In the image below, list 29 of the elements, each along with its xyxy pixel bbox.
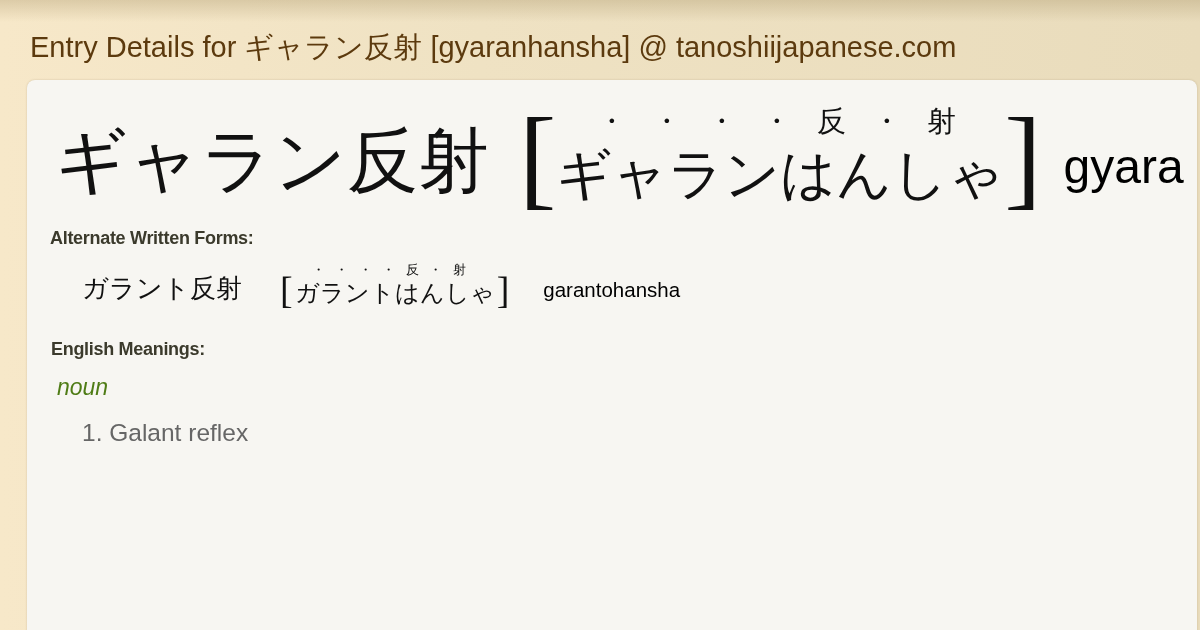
furigana-mark: ・ bbox=[705, 104, 737, 139]
japanese-word: ガラント反射 bbox=[82, 275, 242, 303]
furigana-mark: ・ bbox=[381, 261, 397, 280]
furigana-mark: ・ bbox=[870, 104, 902, 139]
furigana-mark: ・ bbox=[760, 104, 792, 139]
section-heading: English Meanings: bbox=[51, 338, 205, 359]
open-bracket: [ bbox=[519, 103, 557, 211]
kana-reading: ガラントはんしゃ bbox=[294, 281, 495, 306]
furigana-mark: ・ bbox=[595, 104, 627, 139]
furigana-mark: 射 bbox=[451, 261, 467, 280]
part-of-speech: noun bbox=[57, 373, 109, 401]
furigana-mark: ・ bbox=[428, 261, 444, 280]
page-title: Entry Details for ギャラン反射 [gyaranhansha] @ tanoshiijapanese.com bbox=[30, 31, 957, 65]
romaji-text: garantohansha bbox=[543, 279, 681, 302]
romaji-text: gyara bbox=[1063, 141, 1184, 195]
furigana-mark: 射 bbox=[925, 104, 957, 139]
kana-reading: ギャランはんしゃ bbox=[556, 146, 1005, 205]
furigana-mark: ・ bbox=[650, 104, 682, 139]
section-heading: Alternate Written Forms: bbox=[50, 228, 254, 249]
furigana-mark: ・ bbox=[310, 261, 326, 280]
close-bracket: ] bbox=[496, 271, 510, 308]
open-bracket: [ bbox=[280, 271, 293, 308]
furigana-mark: ・ bbox=[334, 261, 350, 280]
furigana-mark: 反 bbox=[815, 104, 847, 139]
furigana-mark: 反 bbox=[404, 261, 420, 280]
japanese-word: ギャラン反射 bbox=[55, 123, 489, 199]
meaning-text: 1. Galant reflex bbox=[82, 418, 249, 447]
furigana-mark: ・ bbox=[357, 261, 373, 280]
close-bracket: ] bbox=[1004, 103, 1042, 211]
